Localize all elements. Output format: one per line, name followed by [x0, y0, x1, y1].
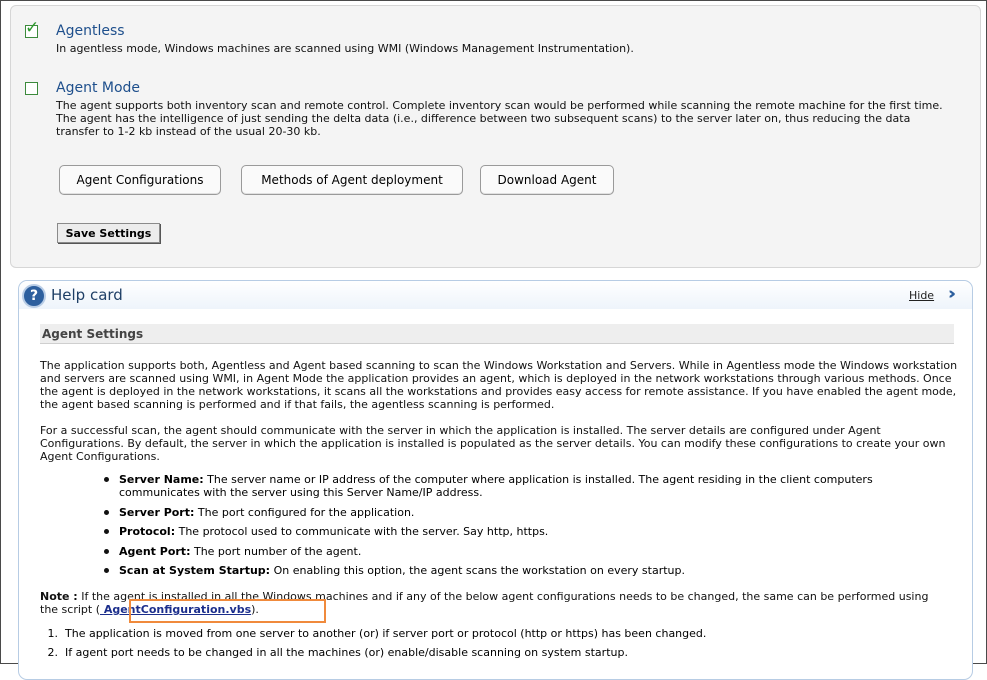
list-item: 2. If agent port needs to be changed in a…	[40, 646, 706, 659]
help-card-title: Help card	[51, 286, 123, 304]
methods-of-agent-deployment-button[interactable]: Methods of Agent deployment	[241, 165, 463, 195]
note-suffix: ).	[251, 603, 259, 616]
step-text: The application is moved from one server…	[65, 627, 707, 640]
list-item: Scan at System Startup: On enabling this…	[100, 564, 950, 577]
list-item: 1. The application is moved from one serv…	[40, 627, 707, 640]
help-card-header: ? Help card Hide ››	[19, 281, 972, 309]
steps-list: 1. The application is moved from one serv…	[40, 627, 707, 665]
list-item-term: Server Name:	[119, 473, 204, 486]
download-agent-button[interactable]: Download Agent	[480, 165, 614, 195]
agent-settings-panel: ✓ Agentless In agentless mode, Windows m…	[10, 5, 981, 268]
agent-mode-description: The agent supports both inventory scan a…	[56, 99, 943, 138]
list-item: Server Name: The server name or IP addre…	[100, 473, 950, 499]
list-item-text: The server name or IP address of the com…	[119, 473, 873, 499]
agent-mode-title: Agent Mode	[56, 80, 141, 96]
agentless-description: In agentless mode, Windows machines are …	[56, 42, 634, 55]
section-heading: Agent Settings	[40, 324, 954, 344]
list-item-text: On enabling this option, the agent scans…	[273, 564, 685, 577]
list-item-text: The port number of the agent.	[193, 544, 362, 558]
list-item-term: Agent Port:	[119, 544, 191, 558]
list-item-term: Scan at System Startup:	[119, 564, 271, 577]
help-paragraph-2: For a successful scan, the agent should …	[40, 424, 946, 463]
agent-configurations-button[interactable]: Agent Configurations	[59, 165, 221, 195]
double-chevron-right-icon[interactable]: ››	[948, 284, 956, 304]
help-note: Note : If the agent is installed in all …	[40, 590, 940, 616]
list-item: Server Port: The port configured for the…	[100, 506, 950, 519]
list-item-term: Protocol:	[119, 525, 176, 538]
list-item-text: The port configured for the application.	[197, 505, 415, 519]
step-text: If agent port needs to be changed in all…	[65, 646, 628, 659]
step-number: 2.	[47, 646, 59, 659]
help-card: ? Help card Hide ›› Agent Settings The a…	[18, 280, 973, 680]
help-paragraph-1: The application supports both, Agentless…	[40, 359, 958, 411]
agentless-title: Agentless	[56, 23, 125, 39]
list-item: Agent Port: The port number of the agent…	[100, 545, 950, 558]
step-number: 1.	[47, 627, 59, 640]
agent-mode-checkbox[interactable]	[25, 82, 38, 95]
agent-configuration-script-link[interactable]: AgentConfiguration.vbs	[100, 603, 251, 616]
hide-help-link[interactable]: Hide	[909, 289, 934, 302]
note-label: Note :	[40, 590, 78, 603]
help-question-icon: ?	[22, 284, 46, 308]
list-item: Protocol: The protocol used to communica…	[100, 525, 950, 538]
list-item-text: The protocol used to communicate with th…	[178, 525, 549, 538]
list-item-term: Server Port:	[119, 505, 195, 519]
checkmark-icon: ✓	[25, 18, 40, 38]
agentless-checkbox[interactable]: ✓	[25, 20, 39, 38]
agent-settings-list: Server Name: The server name or IP addre…	[100, 473, 950, 584]
save-settings-button[interactable]: Save Settings	[57, 223, 160, 243]
